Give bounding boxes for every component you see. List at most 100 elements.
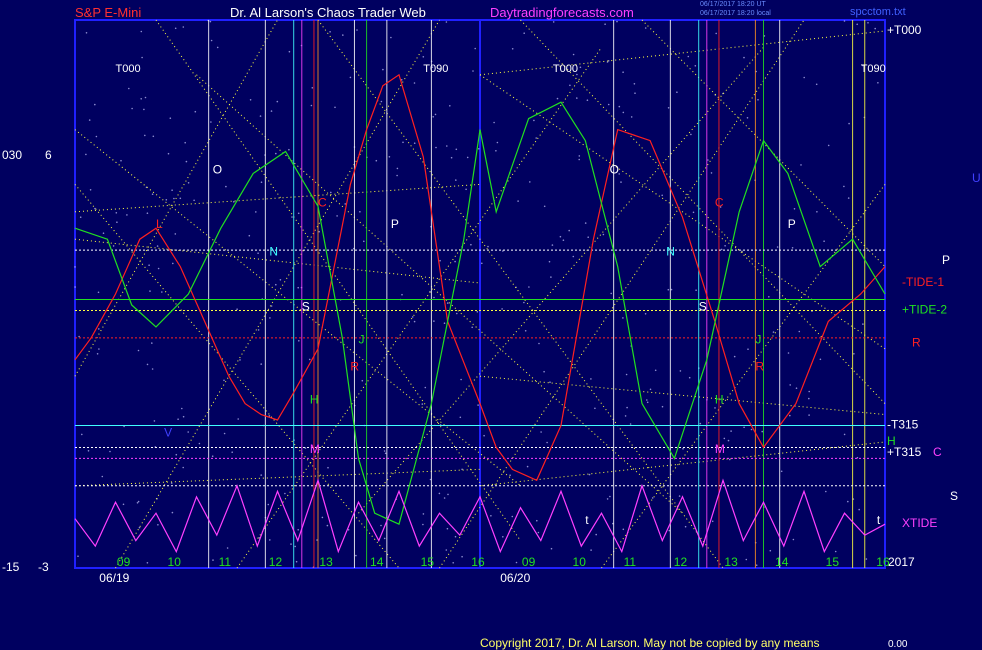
star-dot bbox=[843, 185, 845, 188]
star-dot bbox=[707, 159, 709, 161]
star-dot bbox=[551, 244, 554, 246]
star-dot bbox=[74, 266, 76, 268]
star-dot bbox=[865, 558, 868, 560]
star-dot bbox=[808, 414, 810, 416]
star-dot bbox=[654, 369, 657, 372]
star-dot bbox=[622, 71, 624, 73]
cycle-marker: C bbox=[715, 195, 724, 209]
star-dot bbox=[549, 381, 551, 384]
star-dot bbox=[609, 495, 611, 498]
star-dot bbox=[226, 547, 229, 549]
star-dot bbox=[757, 99, 759, 101]
star-dot bbox=[454, 260, 456, 263]
star-dot bbox=[537, 531, 540, 534]
star-dot bbox=[336, 215, 338, 217]
star-dot bbox=[454, 535, 457, 538]
star-dot bbox=[667, 288, 670, 291]
star-dot bbox=[535, 137, 537, 139]
star-dot bbox=[511, 515, 514, 518]
star-dot bbox=[678, 495, 681, 497]
star-dot bbox=[502, 536, 504, 538]
star-dot bbox=[446, 527, 449, 530]
star-dot bbox=[120, 159, 122, 162]
cycle-marker: R bbox=[350, 360, 359, 374]
star-dot bbox=[297, 286, 300, 289]
star-dot bbox=[853, 353, 855, 355]
star-dot bbox=[523, 32, 525, 34]
cycle-marker: C bbox=[318, 195, 327, 209]
star-dot bbox=[327, 466, 329, 469]
star-dot bbox=[624, 415, 627, 417]
star-dot bbox=[209, 20, 212, 23]
star-dot bbox=[452, 562, 455, 564]
star-dot bbox=[356, 29, 358, 31]
star-dot bbox=[85, 153, 87, 156]
star-dot bbox=[257, 329, 260, 331]
star-dot bbox=[590, 549, 592, 551]
star-dot bbox=[175, 453, 178, 456]
site-url[interactable]: Daytradingforecasts.com bbox=[490, 5, 634, 20]
star-dot bbox=[470, 243, 472, 246]
left-axis-top-a: 030 bbox=[2, 148, 23, 162]
cycle-marker: V bbox=[164, 425, 172, 439]
star-dot bbox=[533, 119, 535, 122]
star-dot bbox=[94, 103, 96, 106]
star-dot bbox=[182, 415, 185, 418]
star-dot bbox=[411, 316, 414, 318]
star-dot bbox=[131, 107, 133, 110]
star-dot bbox=[714, 407, 716, 409]
star-dot bbox=[755, 564, 758, 566]
star-dot bbox=[151, 368, 154, 370]
star-dot bbox=[275, 283, 277, 286]
star-dot bbox=[152, 135, 155, 138]
star-dot bbox=[89, 189, 92, 191]
star-dot bbox=[710, 172, 713, 174]
hour-tick-label: 12 bbox=[269, 555, 283, 569]
star-dot bbox=[275, 152, 277, 155]
star-dot bbox=[568, 229, 570, 232]
star-dot bbox=[769, 549, 772, 552]
star-dot bbox=[382, 68, 384, 71]
star-dot bbox=[151, 342, 153, 344]
star-dot bbox=[182, 466, 184, 469]
star-dot bbox=[501, 308, 503, 310]
star-dot bbox=[284, 492, 286, 495]
grid-diagonal bbox=[236, 47, 602, 569]
star-dot bbox=[344, 203, 347, 205]
star-dot bbox=[538, 342, 540, 345]
right-level-label: +TIDE-2 bbox=[902, 302, 947, 316]
star-dot bbox=[439, 259, 441, 262]
star-dot bbox=[179, 197, 182, 200]
star-dot bbox=[144, 96, 147, 99]
star-dot bbox=[511, 48, 514, 50]
star-dot bbox=[644, 313, 647, 315]
star-dot bbox=[249, 99, 252, 101]
star-dot bbox=[793, 208, 796, 210]
star-dot bbox=[157, 267, 160, 270]
star-dot bbox=[363, 240, 365, 243]
star-dot bbox=[450, 156, 453, 159]
star-dot bbox=[602, 233, 605, 236]
star-dot bbox=[548, 260, 551, 263]
star-dot bbox=[474, 47, 477, 50]
star-dot bbox=[396, 174, 398, 177]
star-dot bbox=[445, 21, 448, 23]
star-dot bbox=[268, 415, 271, 417]
star-dot bbox=[461, 555, 463, 558]
star-dot bbox=[308, 358, 311, 361]
star-dot bbox=[424, 386, 427, 389]
cycle-marker: J bbox=[755, 332, 761, 346]
top-cycle-label: T090 bbox=[423, 63, 448, 75]
star-dot bbox=[290, 543, 292, 545]
star-dot bbox=[466, 156, 469, 159]
star-dot bbox=[260, 363, 263, 365]
right-level-label: XTIDE bbox=[902, 516, 937, 530]
star-dot bbox=[478, 148, 480, 150]
star-dot bbox=[465, 188, 467, 191]
grid-diagonal bbox=[479, 74, 886, 350]
star-dot bbox=[584, 222, 587, 224]
star-dot bbox=[443, 322, 446, 325]
star-dot bbox=[456, 312, 458, 315]
star-dot bbox=[311, 87, 314, 89]
star-dot bbox=[375, 159, 378, 162]
